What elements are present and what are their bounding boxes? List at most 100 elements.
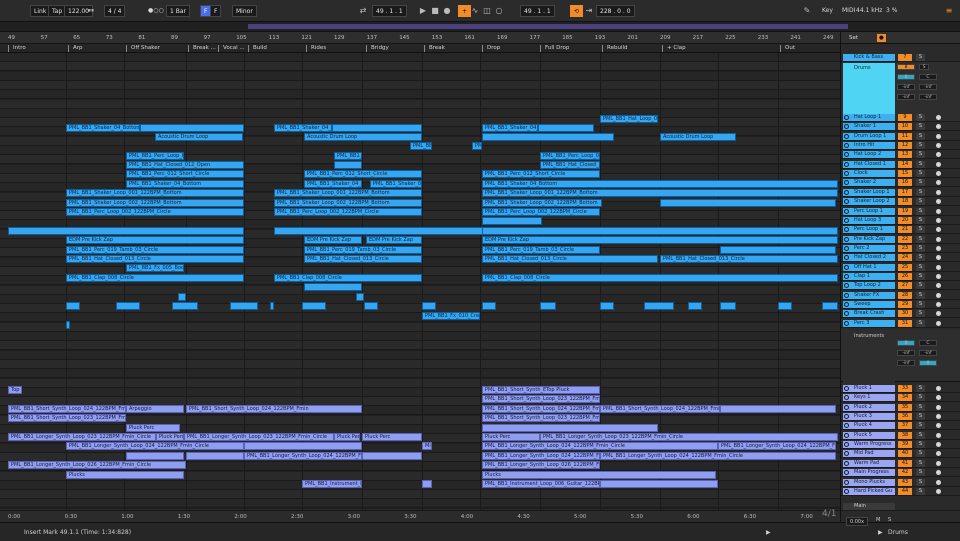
arrangement-clip[interactable]: PML_BB1_Shaker_04_Bottom [482,124,538,132]
track-activator[interactable]: 39 [898,441,912,449]
group-volume[interactable]: -inf [897,84,915,90]
solo-button[interactable]: S [916,198,925,206]
track-name[interactable]: Pluck 3 [843,413,895,421]
track-name[interactable]: Sweep [843,301,895,308]
arm-icon[interactable] [936,386,941,391]
track-activator[interactable]: 12 [898,142,912,150]
track-header[interactable]: Hat Loop 2 13 S [841,150,960,160]
solo-button[interactable]: S [916,188,925,196]
arrangement-clip[interactable]: PML_BB1_Longer_Synth_Loop_024_122BPM_Fmi… [66,442,244,450]
inst-volume[interactable]: -inf [897,350,915,356]
track-name[interactable]: Keys 1 [843,394,895,402]
arrangement-clip[interactable] [482,227,838,235]
locator-marker[interactable]: Off Shaker [126,45,160,52]
solo-button[interactable]: S [916,310,925,318]
arrangement-clip[interactable]: PML_BB1_Perc_012_Short_Circle [126,170,244,178]
track-lane[interactable] [0,490,840,500]
track-lane[interactable] [0,313,840,323]
arm-icon[interactable] [936,115,941,120]
arm-icon[interactable] [936,442,941,448]
track-activator[interactable]: 15 [898,170,912,178]
arrangement-clip[interactable] [126,452,184,460]
arrangement-clip[interactable]: PML_BB1_Longer_Synth_Loop_023_122BPM_Fmi… [184,433,334,441]
arrangement-clip[interactable]: Pluck Perc [126,424,180,432]
track-activator[interactable]: 35 [898,403,912,411]
arm-icon[interactable] [936,245,941,251]
arrangement-clip[interactable] [66,302,80,310]
track-activator[interactable]: 16 [898,179,912,187]
arrangement-clip[interactable]: PML_BB1_Short_Synth_ETop Pluck [482,386,600,394]
track-fold-icon[interactable] [844,133,849,139]
track-header[interactable]: Shaker 1 10 S [841,122,960,132]
track-main[interactable]: Main [841,502,960,511]
locator-marker[interactable]: Bridgy [366,45,389,52]
track-header[interactable]: Perc 2 23 S [841,244,960,253]
track-header[interactable]: Top Loop 2 27 S [841,281,960,291]
arm-icon[interactable] [936,479,941,485]
solo-button[interactable]: S [916,487,925,495]
locator-marker[interactable]: Drop [482,45,500,52]
solo-button[interactable]: S [916,478,925,486]
arm-icon[interactable] [936,320,941,326]
arrangement-clip[interactable]: PML_BB1_Perc_019_Tamb_03_Circle [66,246,244,254]
track-fold-icon[interactable] [844,264,849,270]
track-name[interactable]: Pluck 2 [843,403,895,411]
track-name[interactable]: Clock [843,170,895,178]
track-activator[interactable]: 14 [898,160,912,168]
solo-button[interactable]: S [916,207,925,215]
track-name[interactable]: Pluck 4 [843,422,895,430]
group-send-c[interactable]: -inf [919,94,937,100]
arrangement-clip[interactable] [644,302,674,310]
track-activator[interactable]: 20 [898,216,912,224]
track-header[interactable]: Pluck 2 35 S [841,403,960,412]
arrangement-clip[interactable]: PML_BB1_Shaker_04_Bottom [370,180,422,188]
track-lane[interactable] [0,359,840,369]
solo-button[interactable]: S [916,179,925,187]
track-activator[interactable]: 28 [898,291,912,299]
inst-send-a[interactable]: -inf [919,350,937,356]
arrangement-clip[interactable]: PML_BB1_Hat_Closed_013_Circle [660,255,838,263]
arrangement-clip[interactable] [116,302,140,310]
solo-button[interactable]: S [916,469,925,477]
track-header[interactable]: Hat Loop 3 20 S [841,216,960,225]
track-fold-icon[interactable] [844,432,849,438]
track-name[interactable]: Off Hat 1 [843,263,895,271]
track-lane[interactable] [0,80,840,90]
arrangement-clip[interactable] [422,480,432,488]
capture-icon[interactable]: ◫ [482,6,492,16]
track-header[interactable]: Off Hat 1 25 S [841,263,960,272]
arrangement-clip[interactable]: Pluck Perc [482,433,540,441]
locator-marker[interactable]: Build [248,45,267,52]
track-activator[interactable]: 27 [898,282,912,290]
arm-icon[interactable] [936,283,941,289]
track-name[interactable]: Hat Closed 1 [843,160,895,168]
track-activator[interactable]: 31 [898,319,912,327]
arrangement-clip[interactable] [140,124,244,132]
arrangement-clip[interactable] [186,452,244,460]
track-lane[interactable] [0,378,840,388]
solo-button[interactable]: S [916,235,925,243]
track-name[interactable]: Hard Picked Gu [843,487,895,495]
track-fold-icon[interactable] [844,236,849,242]
track-name[interactable]: Hat Loop 3 [843,216,895,224]
arrangement-clip[interactable]: PML_BB1_Shaker_04_Bottom [126,180,244,188]
track-fold-icon[interactable] [844,273,849,279]
track-header[interactable]: Shaker 2 16 S [841,178,960,188]
solo-button-main[interactable]: S [888,517,891,523]
arm-icon[interactable] [936,161,941,167]
arrangement-clip[interactable] [720,246,836,254]
track-fold-icon[interactable] [844,404,849,410]
track-header[interactable]: Pluck 3 36 S [841,412,960,422]
inst-pan[interactable]: C [919,340,937,346]
arrangement-clip[interactable]: PML_BB1_Short_Synth_Loop_023_122BPM_Fmin… [482,414,600,422]
arrangement-clip[interactable]: PML_BB1_Shaker_04_Bottom [482,180,838,188]
arrangement-clip[interactable] [302,302,326,310]
arrangement-clip[interactable]: PML_BB1_Perc_012_Short_Circle [304,170,422,178]
track-header[interactable]: Keys 1 34 S [841,393,960,403]
track-lane[interactable] [0,369,840,379]
track-activator[interactable]: 11 [898,132,912,140]
solo-button[interactable]: S [916,291,925,299]
track-lane[interactable] [0,71,840,81]
arrangement-clip[interactable] [422,302,436,310]
arm-icon[interactable] [936,180,941,186]
